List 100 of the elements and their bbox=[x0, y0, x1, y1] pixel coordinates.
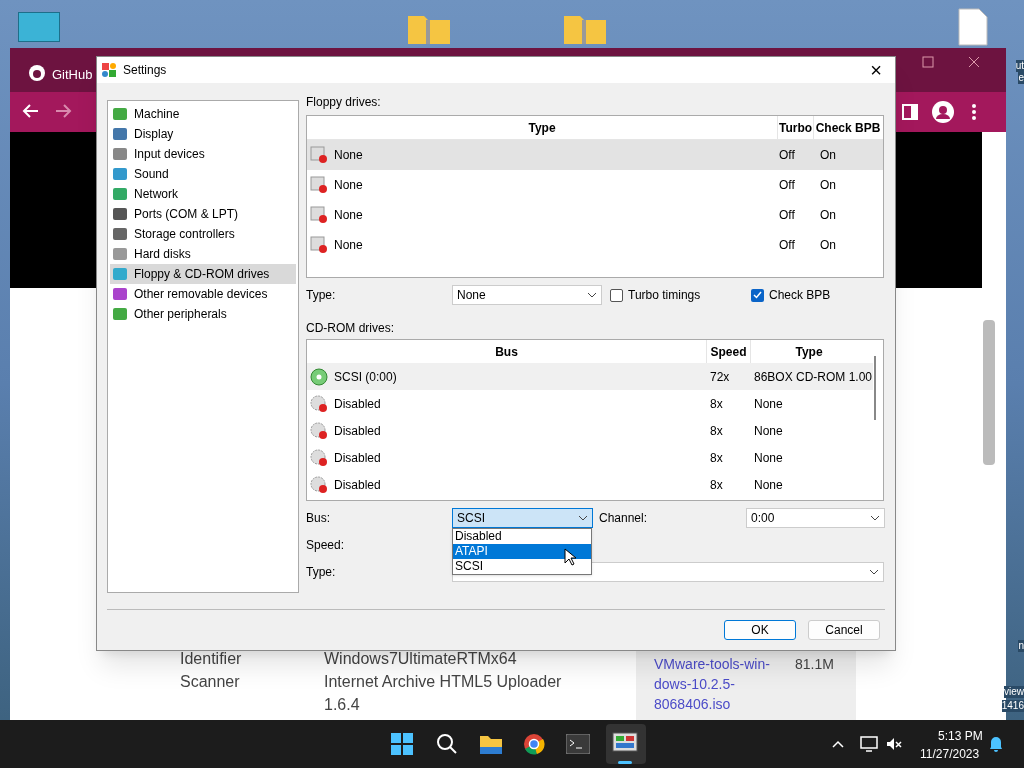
forward-icon[interactable] bbox=[54, 102, 72, 120]
file-size: 81.1M bbox=[795, 655, 834, 674]
cdrom-row[interactable]: SCSI (0:00) 72x 86BOX CD-ROM 1.00 bbox=[307, 363, 873, 390]
column-header[interactable]: Type bbox=[307, 116, 778, 139]
field-label: Speed: bbox=[306, 537, 345, 554]
dropdown-option[interactable]: Disabled bbox=[453, 529, 591, 544]
category-icon bbox=[112, 106, 128, 122]
table-cell-text: None bbox=[334, 147, 363, 164]
category-item[interactable]: Other peripherals bbox=[110, 304, 296, 324]
bus-dropdown[interactable]: SCSI bbox=[452, 508, 593, 528]
category-icon bbox=[112, 286, 128, 302]
category-item[interactable]: Floppy & CD-ROM drives bbox=[110, 264, 296, 284]
disabled-drive-icon bbox=[310, 394, 328, 413]
caret-icon bbox=[869, 569, 879, 575]
checkbox-label: Turbo timings bbox=[628, 287, 701, 304]
desktop-icon-label: n bbox=[1018, 640, 1024, 652]
category-icon bbox=[112, 206, 128, 222]
app-icon bbox=[101, 62, 117, 78]
cdrom-row[interactable]: Disabled 8x None bbox=[307, 444, 873, 471]
table-cell-text: 8x bbox=[709, 422, 724, 440]
metadata-label: Identifier bbox=[180, 649, 242, 669]
category-item[interactable]: Ports (COM & LPT) bbox=[110, 204, 296, 224]
back-icon[interactable] bbox=[22, 102, 40, 120]
scrollbar-thumb bbox=[874, 356, 876, 420]
category-item[interactable]: Input devices bbox=[110, 144, 296, 164]
cdrom-row[interactable]: Disabled 8x None bbox=[307, 390, 873, 417]
disabled-drive-icon bbox=[310, 421, 328, 440]
disabled-floppy-icon bbox=[310, 206, 328, 224]
table-cell-text: Disabled bbox=[334, 395, 381, 413]
dialog-button[interactable]: OK bbox=[724, 620, 796, 640]
start-icon[interactable] bbox=[391, 733, 413, 755]
cdrom-row[interactable]: Disabled 8x None bbox=[307, 471, 873, 498]
disabled-floppy-icon bbox=[310, 146, 328, 164]
menu-icon[interactable] bbox=[972, 104, 976, 120]
file-icon[interactable] bbox=[958, 8, 988, 46]
table-cell-text: Off bbox=[778, 177, 796, 194]
disabled-drive-icon bbox=[310, 475, 328, 494]
table-cell-text: 8x bbox=[709, 476, 724, 494]
column-header[interactable]: Check BPB bbox=[814, 116, 882, 139]
table-cell-text: None bbox=[334, 207, 363, 224]
table-cell-text: 8x bbox=[709, 395, 724, 413]
checkbox-label: Check BPB bbox=[769, 287, 831, 304]
category-icon bbox=[112, 246, 128, 262]
table-cell-text: None bbox=[754, 422, 783, 440]
field-label: Type: bbox=[306, 564, 337, 581]
category-item[interactable]: Machine bbox=[110, 104, 296, 124]
table-cell-text: SCSI (0:00) bbox=[334, 368, 397, 386]
table-cell-text: None bbox=[754, 449, 783, 467]
checkbox[interactable] bbox=[751, 288, 764, 302]
clock-date[interactable]: 11/27/2023 bbox=[920, 745, 980, 763]
terminal-icon[interactable] bbox=[566, 734, 590, 754]
table-cell-text: 86BOX CD-ROM 1.00 bbox=[754, 368, 873, 386]
section-label: CD-ROM drives: bbox=[306, 320, 395, 337]
category-item[interactable]: Network bbox=[110, 184, 296, 204]
muted-speaker-icon[interactable] bbox=[886, 737, 902, 751]
category-icon bbox=[112, 146, 128, 162]
desktop-icon-label: view bbox=[1004, 686, 1024, 698]
column-header[interactable]: Turbo bbox=[778, 116, 814, 139]
cdrom-row[interactable]: Disabled 8x None bbox=[307, 417, 873, 444]
category-icon bbox=[112, 126, 128, 142]
notification-bell-icon[interactable] bbox=[989, 736, 1003, 752]
window-title: Settings bbox=[123, 62, 167, 79]
category-item[interactable]: Sound bbox=[110, 164, 296, 184]
table-cell-text: On bbox=[819, 147, 836, 164]
category-icon bbox=[112, 226, 128, 242]
field-label: Type: bbox=[306, 287, 337, 304]
profile-icon[interactable] bbox=[932, 101, 954, 123]
checkbox[interactable] bbox=[610, 288, 623, 302]
table-cell-text: None bbox=[334, 237, 363, 254]
category-item[interactable]: Other removable devices bbox=[110, 284, 296, 304]
table-cell-text: Off bbox=[778, 147, 796, 164]
search-icon[interactable] bbox=[436, 733, 458, 755]
table-cell-text: Disabled bbox=[334, 422, 381, 440]
section-label: Floppy drives: bbox=[306, 94, 382, 111]
floppy-type-dropdown[interactable]: None bbox=[452, 285, 602, 305]
table-cell-text: Off bbox=[778, 207, 796, 224]
mouse-pointer-icon bbox=[564, 548, 576, 566]
close-button[interactable]: × bbox=[861, 60, 891, 80]
browser-tab-title[interactable]: GitHub bbox=[52, 65, 93, 85]
network-icon[interactable] bbox=[860, 736, 878, 752]
close-icon[interactable] bbox=[968, 56, 980, 68]
dialog-button[interactable]: Cancel bbox=[808, 620, 880, 640]
sidebar-icon[interactable] bbox=[902, 104, 918, 120]
category-item[interactable]: Display bbox=[110, 124, 296, 144]
table-cell-text: None bbox=[334, 177, 363, 194]
dropdown-option[interactable]: ATAPI bbox=[453, 544, 591, 559]
dropdown-option[interactable]: SCSI bbox=[453, 559, 591, 574]
table-cell-text: Disabled bbox=[334, 449, 381, 467]
floppy-row[interactable]: None Off On bbox=[307, 140, 883, 170]
maximize-icon[interactable] bbox=[922, 56, 934, 68]
category-item[interactable]: Hard disks bbox=[110, 244, 296, 264]
column-header[interactable]: Type bbox=[751, 340, 867, 363]
download-link[interactable]: VMware-tools-win-dows-10.2.5-8068406.iso bbox=[654, 654, 794, 714]
table-cell-text: None bbox=[754, 395, 783, 413]
category-icon bbox=[112, 166, 128, 182]
category-item[interactable]: Storage controllers bbox=[110, 224, 296, 244]
channel-dropdown[interactable]: 0:00 bbox=[746, 508, 885, 528]
clock-time[interactable]: 5:13 PM bbox=[938, 727, 983, 745]
chrome-icon[interactable] bbox=[523, 733, 545, 755]
chevron-up-icon[interactable] bbox=[832, 740, 844, 748]
